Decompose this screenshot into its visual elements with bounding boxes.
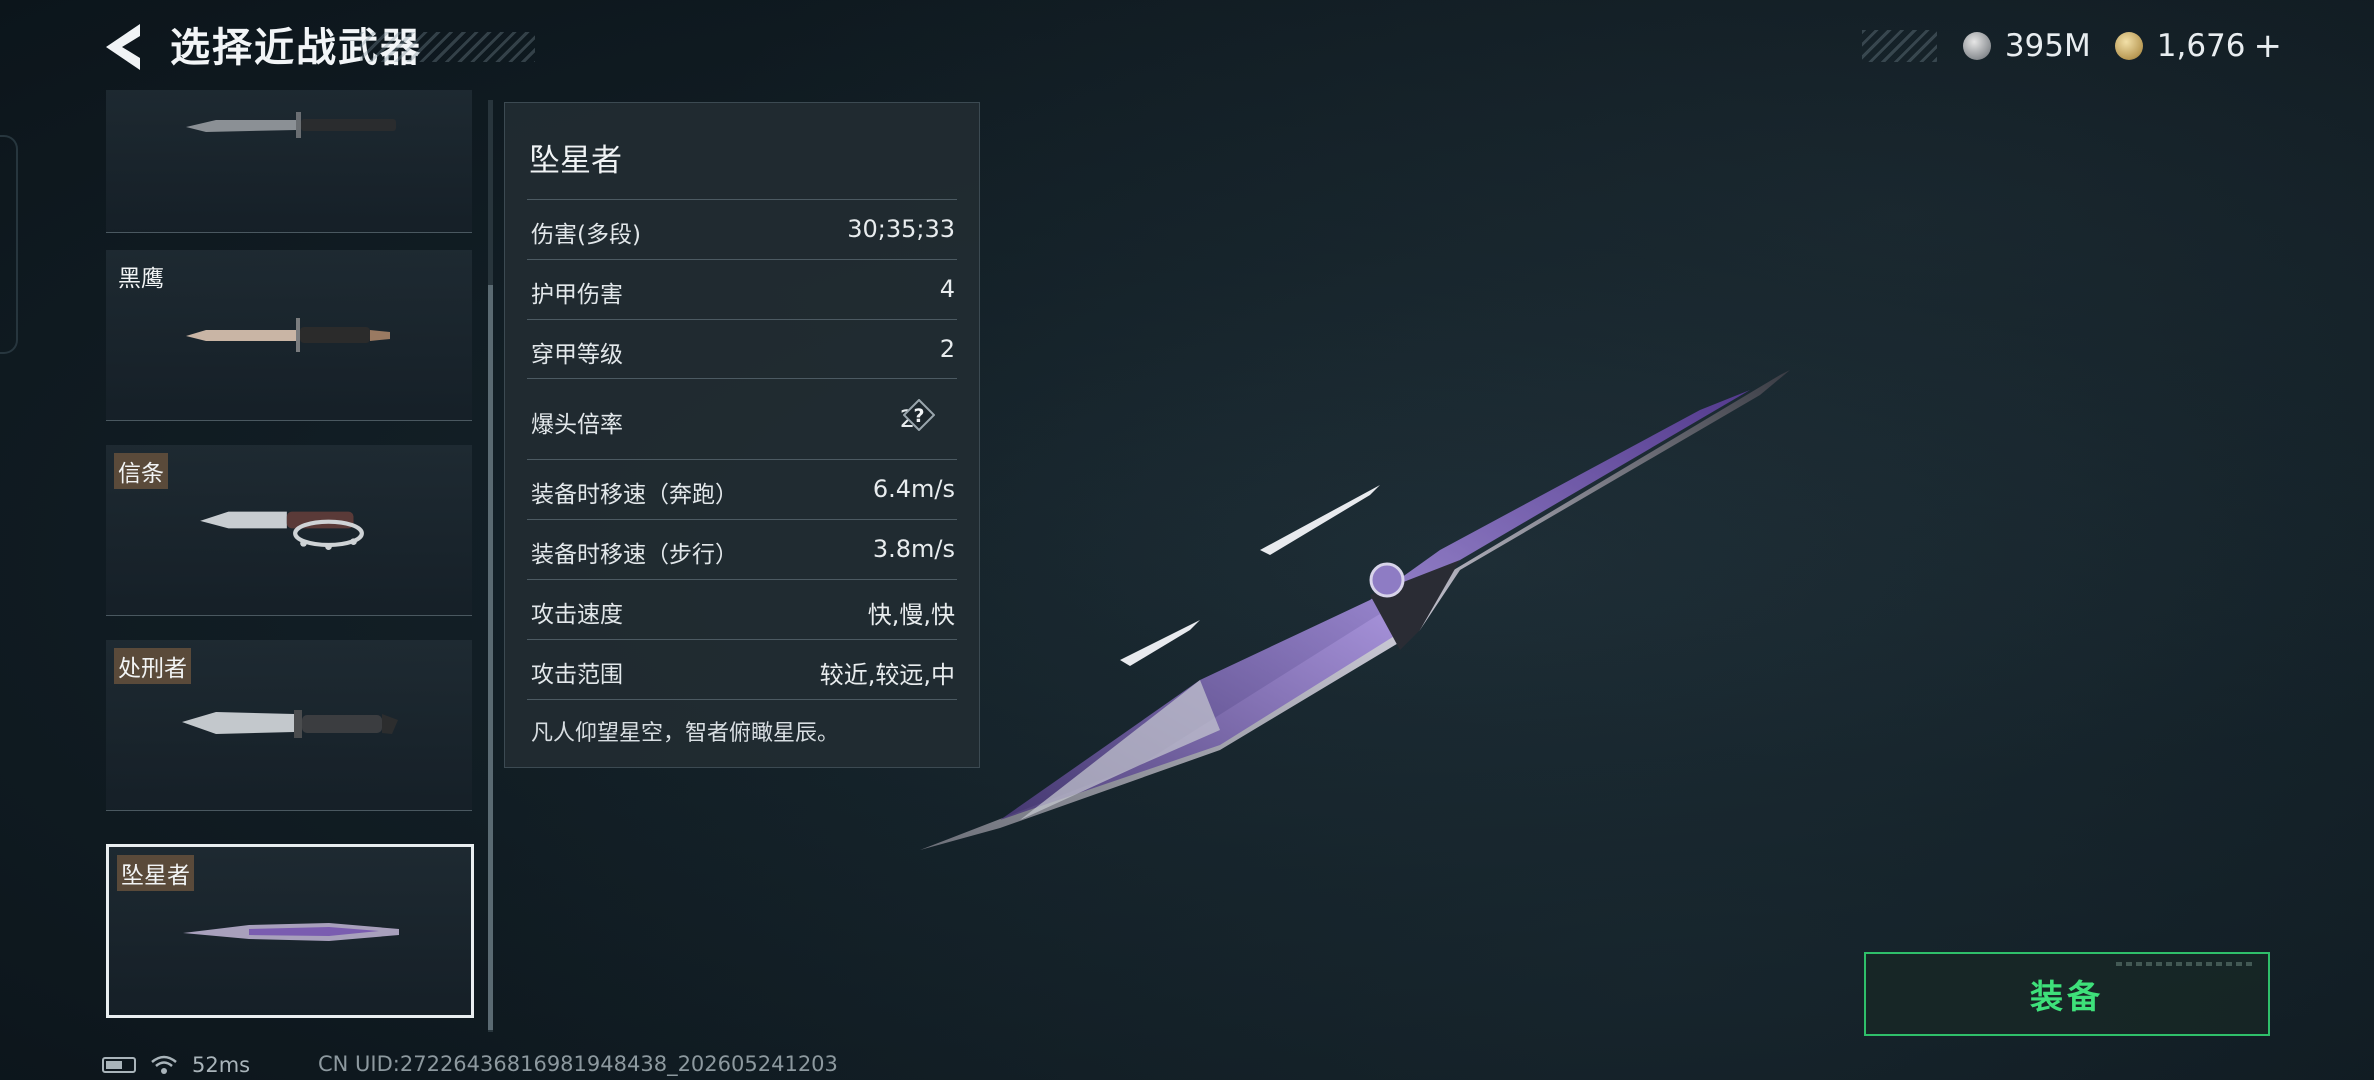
stat-label: 攻击速度	[531, 602, 623, 628]
starfall-knife-icon	[183, 923, 399, 941]
weapon-name: 处刑者	[114, 648, 191, 684]
knuckle-knife-icon	[200, 511, 364, 550]
button-decoration	[2116, 962, 2256, 966]
divider	[527, 199, 957, 200]
silver-coin-icon	[1962, 32, 1991, 60]
stat-label: 护甲伤害	[531, 282, 623, 308]
ping-value: 52ms	[192, 1053, 251, 1077]
divider	[527, 259, 957, 260]
stat-value: 30;35;33	[847, 215, 955, 243]
weapon-preview-image	[920, 370, 1790, 850]
stat-label: 攻击范围	[531, 662, 623, 688]
weapon-name: 黑鹰	[118, 266, 164, 292]
combat-knife-icon	[186, 112, 396, 138]
weapon-card[interactable]: 信条	[106, 445, 472, 616]
stat-label: 装备时移速（步行）	[531, 542, 738, 568]
weapon-description: 凡人仰望星空，智者俯瞰星辰。	[531, 721, 840, 746]
divider	[527, 319, 957, 320]
divider	[527, 519, 957, 520]
stat-value: 4	[939, 275, 955, 303]
stats-title: 坠星者	[529, 143, 622, 179]
weapon-card[interactable]: 黑鹰	[106, 250, 472, 421]
silver-currency-value: 395M	[2004, 28, 2091, 64]
divider	[527, 639, 957, 640]
back-button[interactable]	[102, 22, 146, 72]
dagger-icon	[186, 318, 390, 352]
add-currency-button[interactable]: +	[2254, 26, 2283, 66]
gold-coin-icon	[2114, 32, 2143, 60]
weapon-name: 信条	[114, 453, 168, 489]
title-decoration	[360, 32, 535, 62]
currency-bar: 395M 1,676 +	[1862, 26, 2283, 66]
stat-label: 爆头倍率	[531, 412, 623, 438]
weapon-card[interactable]: 处刑者	[106, 640, 472, 811]
executioner-knife-icon	[182, 710, 398, 738]
stat-label: 穿甲等级	[531, 342, 623, 368]
divider	[527, 378, 957, 379]
equip-button-label: 装备	[2030, 977, 2104, 1016]
weapon-card-selected[interactable]: 坠星者	[106, 844, 474, 1018]
list-scrollbar[interactable]	[488, 285, 493, 1030]
weapon-card[interactable]	[106, 90, 472, 233]
stat-label: 伤害(多段)	[531, 222, 641, 248]
equip-button[interactable]: 装备	[1864, 952, 2270, 1036]
user-uid: CN UID:2722643681698194843​8_20260524120…	[318, 1052, 838, 1076]
stat-label: 装备时移速（奔跑）	[531, 482, 738, 508]
battery-icon	[102, 1057, 136, 1073]
wifi-icon	[151, 1055, 177, 1074]
back-arrow-icon	[106, 24, 140, 70]
side-drawer-handle[interactable]	[0, 135, 18, 354]
divider	[527, 579, 957, 580]
weapon-name: 坠星者	[117, 855, 194, 891]
gold-currency-value: 1,676	[2156, 28, 2246, 64]
status-footer: 52ms	[102, 1052, 250, 1078]
divider	[527, 459, 957, 460]
divider	[527, 699, 957, 700]
